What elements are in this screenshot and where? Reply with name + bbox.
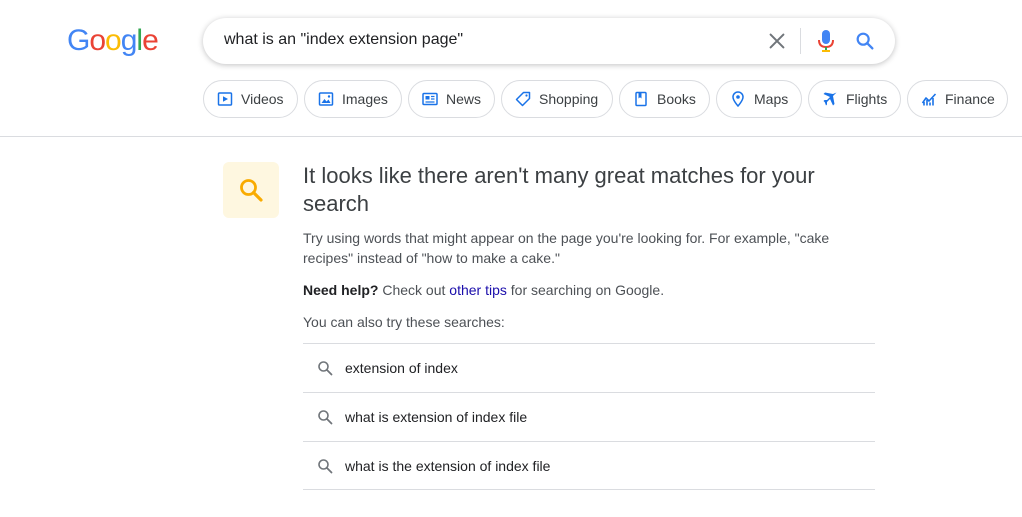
search-box[interactable]: what is an "index extension page" — [203, 18, 895, 64]
search-icon[interactable] — [854, 30, 876, 52]
chip-label: Flights — [846, 91, 888, 107]
no-results-tile — [223, 162, 279, 218]
microphone-icon[interactable] — [816, 28, 836, 54]
image-icon — [318, 92, 334, 106]
chip-finance[interactable]: Finance — [907, 80, 1008, 118]
suggestion-row[interactable]: what is extension of index file — [303, 392, 875, 441]
suggestion-text: what is the extension of index file — [345, 457, 551, 474]
chip-label: Books — [657, 91, 696, 107]
chip-label: Finance — [945, 91, 995, 107]
search-divider — [800, 28, 801, 54]
suggestion-row[interactable]: extension of index — [303, 343, 875, 392]
search-icon — [318, 361, 333, 376]
help-bold: Need help? — [303, 282, 379, 298]
logo-letter: o — [105, 24, 122, 57]
logo-letter: g — [120, 24, 138, 57]
suggested-searches: extension of index what is extension of … — [303, 343, 875, 490]
chip-maps[interactable]: Maps — [716, 80, 802, 118]
chart-icon — [921, 93, 937, 106]
airplane-icon — [823, 92, 837, 106]
other-tips-link[interactable]: other tips — [449, 282, 507, 298]
suggestion-text: what is extension of index file — [345, 409, 528, 425]
header-divider — [0, 136, 1022, 137]
search-icon — [318, 458, 333, 473]
video-icon — [217, 92, 233, 106]
chip-label: Shopping — [539, 91, 599, 107]
help-line: Need help? Check out other tips for sear… — [303, 280, 664, 300]
help-pre: Check out — [378, 282, 450, 298]
no-results-headline: It looks like there aren't many great ma… — [303, 163, 815, 216]
clear-icon[interactable] — [766, 30, 788, 52]
chip-images[interactable]: Images — [304, 80, 402, 118]
search-icon — [318, 410, 333, 425]
logo-letter: G — [67, 24, 90, 57]
google-logo[interactable]: Google — [67, 24, 159, 58]
chip-videos[interactable]: Videos — [203, 80, 298, 118]
news-icon — [422, 92, 438, 106]
chip-news[interactable]: News — [408, 80, 495, 118]
help-post: for searching on Google. — [506, 282, 665, 298]
logo-letter: e — [142, 24, 159, 57]
chip-flights[interactable]: Flights — [808, 80, 901, 118]
chip-label: Images — [342, 91, 388, 107]
chip-label: Videos — [241, 91, 284, 107]
also-try-label: You can also try these searches: — [303, 314, 505, 330]
suggestion-row[interactable]: what is the extension of index file — [303, 441, 875, 490]
search-tip: Try using words that might appear on the… — [303, 230, 830, 266]
search-icon — [240, 179, 263, 202]
suggestion-text: extension of index — [345, 360, 458, 376]
tag-icon — [515, 91, 531, 107]
book-icon — [635, 91, 647, 107]
search-input[interactable]: what is an "index extension page" — [224, 31, 463, 49]
location-pin-icon — [732, 91, 744, 107]
chip-label: Maps — [754, 91, 789, 107]
chip-books[interactable]: Books — [619, 80, 710, 118]
chip-label: News — [446, 91, 482, 107]
logo-letter: o — [89, 24, 106, 57]
chip-shopping[interactable]: Shopping — [501, 80, 613, 118]
